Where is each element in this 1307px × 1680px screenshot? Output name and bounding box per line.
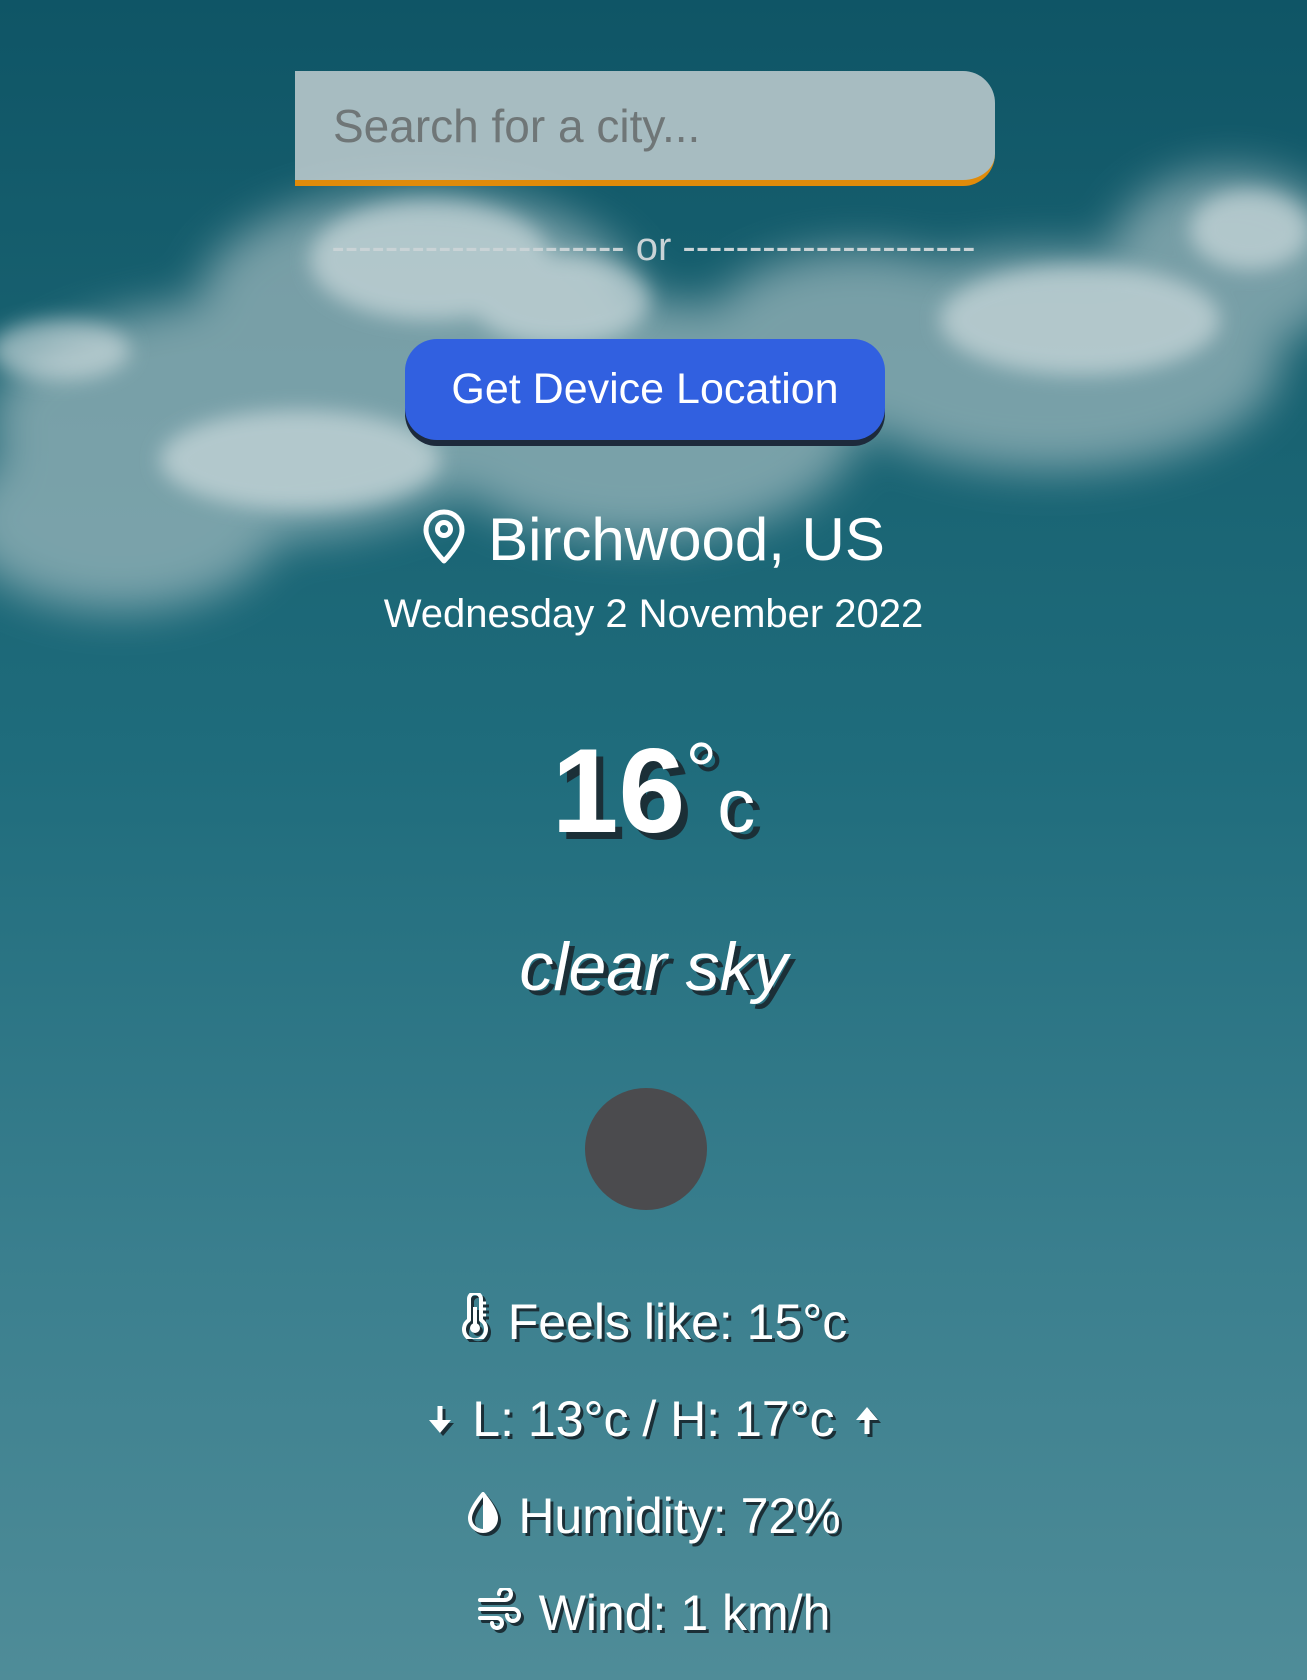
arrow-down-icon xyxy=(426,1390,454,1448)
wind-row: Wind: 1 km/h xyxy=(0,1584,1307,1642)
current-temperature: 16°c xyxy=(0,722,1307,860)
low-high-row: L: 13°c / H: 17°c xyxy=(0,1390,1307,1448)
city-search-input[interactable] xyxy=(295,71,995,186)
weather-condition-icon xyxy=(585,1088,707,1210)
humidity-row: Humidity: 72% xyxy=(0,1487,1307,1545)
thermometer-icon xyxy=(460,1291,490,1351)
or-divider: ---------------------- or --------------… xyxy=(331,225,976,269)
water-drop-icon xyxy=(466,1487,500,1545)
feels-like-text: Feels like: 15°c xyxy=(507,1294,848,1350)
location-header: Birchwood, US xyxy=(0,505,1307,574)
weather-description: clear sky xyxy=(519,929,788,1005)
temperature-unit: c xyxy=(717,764,756,849)
map-pin-icon xyxy=(422,509,466,570)
low-high-text: L: 13°c / H: 17°c xyxy=(472,1391,835,1447)
feels-like-row: Feels like: 15°c xyxy=(0,1291,1307,1351)
current-date: Wednesday 2 November 2022 xyxy=(383,592,924,636)
wind-text: Wind: 1 km/h xyxy=(538,1585,831,1641)
temperature-value: 16 xyxy=(551,724,686,858)
city-name: Birchwood, US xyxy=(488,506,885,573)
arrow-up-icon xyxy=(853,1390,881,1448)
humidity-text: Humidity: 72% xyxy=(518,1488,841,1544)
get-device-location-button[interactable]: Get Device Location xyxy=(405,339,885,440)
weather-app: ---------------------- or --------------… xyxy=(0,0,1307,1680)
degree-symbol: ° xyxy=(685,726,718,815)
wind-icon xyxy=(477,1584,521,1642)
